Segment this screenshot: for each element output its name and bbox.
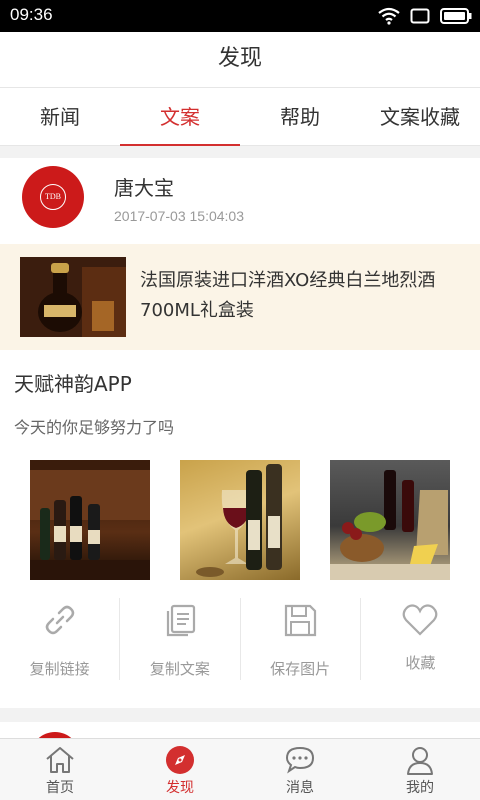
tab-bar: 新闻 文案 帮助 文案收藏 (0, 88, 480, 146)
author-name: 唐大宝 (114, 176, 174, 200)
status-icons (378, 4, 472, 28)
product-title: 法国原装进口洋酒XO经典白兰地烈酒700ML礼盒装 (140, 270, 436, 321)
post-image-2[interactable] (180, 460, 300, 580)
post-timestamp: 2017-07-03 15:04:03 (114, 208, 244, 224)
wine-glass-image (196, 464, 282, 577)
nav-messages[interactable]: 消息 (240, 739, 360, 800)
nav-messages-label: 消息 (286, 780, 314, 796)
product-link[interactable]: 法国原装进口洋酒XO经典白兰地烈酒700ML礼盒装 (0, 244, 480, 350)
nav-discover-label: 发现 (166, 780, 194, 796)
post-image-1[interactable] (30, 460, 150, 580)
author-row: TDB 唐大宝 2017-07-03 15:04:03 (0, 158, 480, 244)
nav-discover[interactable]: 发现 (120, 739, 240, 800)
link-icon (45, 605, 74, 635)
copy-text-label: 复制文案 (149, 660, 210, 678)
avatar[interactable]: TDB (22, 166, 84, 228)
cognac-bottle-illustration (20, 257, 126, 337)
avatar-logo: TDB (40, 184, 66, 210)
copy-icon (166, 604, 195, 637)
nav-home-label: 首页 (46, 780, 74, 796)
favorite-button[interactable]: 收藏 (361, 598, 480, 680)
save-image-button[interactable]: 保存图片 (241, 598, 361, 680)
nav-me[interactable]: 我的 (360, 739, 480, 800)
title-bar: 发现 (0, 32, 480, 88)
copy-text-button[interactable]: 复制文案 (120, 598, 241, 680)
message-icon (285, 746, 315, 774)
post-card: TDB 唐大宝 2017-07-03 15:04:03 法国原装进口洋酒XO经典… (0, 158, 480, 708)
tab-copywriting[interactable]: 文案 (120, 88, 240, 146)
page-title: 发现 (217, 46, 262, 71)
tab-news[interactable]: 新闻 (0, 88, 120, 145)
wine-still-life-image (330, 470, 450, 580)
save-icon (285, 604, 317, 637)
user-icon (407, 747, 433, 775)
save-image-label: 保存图片 (270, 660, 331, 678)
post-image-3[interactable] (330, 460, 450, 580)
app-name: 天赋神韵APP (14, 372, 132, 396)
copy-link-button[interactable]: 复制链接 (0, 598, 121, 680)
wifi-icon (378, 7, 400, 25)
screen-icon (410, 8, 430, 24)
favorite-label: 收藏 (405, 654, 436, 672)
battery-icon (440, 8, 472, 24)
post-actions: 复制链接 复制文案 保存图片 收藏 (0, 598, 480, 680)
wine-cellar-image (30, 460, 150, 580)
heart-icon (403, 604, 438, 636)
tab-help[interactable]: 帮助 (240, 88, 360, 145)
home-icon (46, 747, 74, 773)
product-image (20, 257, 126, 337)
bottom-nav: 首页 发现 消息 我的 (0, 738, 480, 800)
nav-home[interactable]: 首页 (0, 739, 120, 800)
tab-copy-favorites[interactable]: 文案收藏 (360, 88, 480, 145)
post-slogan: 今天的你足够努力了吗 (14, 418, 175, 437)
status-time: 09:36 (10, 5, 53, 24)
nav-me-label: 我的 (406, 780, 434, 796)
status-bar: 09:36 (0, 0, 480, 32)
copy-link-label: 复制链接 (29, 660, 90, 678)
compass-icon (166, 746, 194, 774)
